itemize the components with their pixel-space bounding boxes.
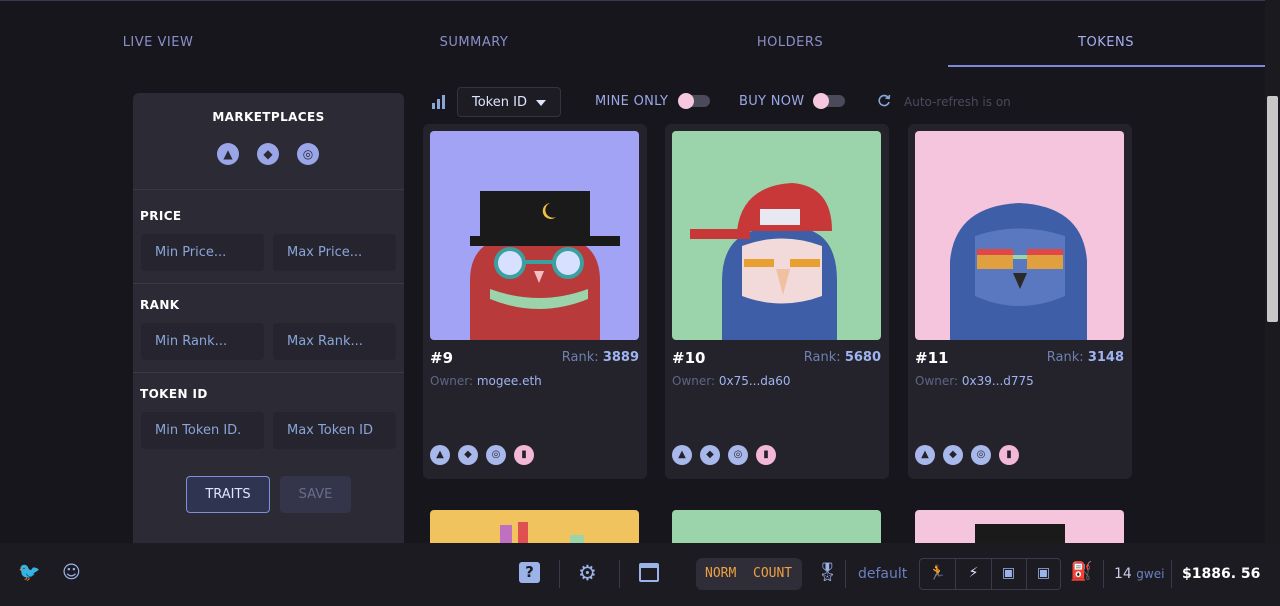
min-price-input[interactable]: Min Price...	[141, 234, 264, 271]
token-image[interactable]	[915, 131, 1124, 340]
max-rank-input[interactable]: Max Rank...	[273, 323, 396, 360]
token-rank: Rank: 5680	[803, 350, 881, 365]
token-id: #11	[915, 349, 949, 367]
auto-refresh-status: Auto-refresh is on	[904, 95, 1011, 109]
chart-icon[interactable]: ▮	[756, 445, 776, 465]
divider	[133, 283, 404, 284]
sort-bars-icon	[432, 95, 448, 109]
norm-count-toggle[interactable]: NORM COUNT	[696, 558, 802, 590]
lightning-icon[interactable]: ⚡	[956, 565, 991, 581]
sort-dropdown[interactable]: Token ID	[457, 87, 561, 117]
divider	[133, 189, 404, 190]
profile-selector[interactable]: default	[858, 566, 907, 582]
x2y2-icon[interactable]: ◎	[728, 445, 748, 465]
looksrare-icon[interactable]: ◆	[257, 143, 279, 165]
owner-link[interactable]: 0x75...da60	[719, 374, 791, 388]
number-2-icon[interactable]: ▣	[1026, 565, 1061, 581]
token-card[interactable]: #11 Rank: 3148 Owner: 0x39...d775 ▲ ◆ ◎ …	[908, 124, 1132, 479]
gas-price: 14 gwei	[1114, 566, 1165, 582]
divider	[845, 560, 846, 588]
x2y2-icon[interactable]: ◎	[297, 143, 319, 165]
looksrare-icon[interactable]: ◆	[943, 445, 963, 465]
gear-icon[interactable]: ⚙	[578, 561, 597, 585]
token-card[interactable]: #10 Rank: 5680 Owner: 0x75...da60 ▲ ◆ ◎ …	[665, 124, 889, 479]
tab-live-view[interactable]: LIVE VIEW	[123, 35, 194, 50]
token-owner: Owner: mogee.eth	[430, 374, 542, 388]
divider	[1103, 560, 1104, 588]
tab-tokens[interactable]: TOKENS	[1078, 35, 1134, 50]
norm-label[interactable]: NORM	[705, 566, 736, 581]
running-icon[interactable]: 🏃	[920, 565, 955, 581]
chart-icon[interactable]: ▮	[514, 445, 534, 465]
looksrare-icon[interactable]: ◆	[700, 445, 720, 465]
gas-pump-icon: ⛽	[1070, 561, 1093, 582]
divider	[559, 560, 560, 588]
token-image[interactable]	[430, 131, 639, 340]
tab-holders[interactable]: HOLDERS	[757, 35, 823, 50]
marketplaces-title: MARKETPLACES	[212, 110, 325, 124]
token-id: #9	[430, 349, 454, 367]
eth-price: $1886. 56	[1182, 566, 1261, 582]
x2y2-icon[interactable]: ◎	[971, 445, 991, 465]
opensea-icon[interactable]: ▲	[217, 143, 239, 165]
active-tab-indicator	[948, 65, 1265, 67]
looksrare-icon[interactable]: ◆	[458, 445, 478, 465]
min-rank-input[interactable]: Min Rank...	[141, 323, 264, 360]
token-id-label: TOKEN ID	[140, 387, 208, 401]
calendar-icon[interactable]	[639, 563, 659, 582]
refresh-icon[interactable]	[877, 94, 891, 108]
speed-selector: 🏃 ⚡ ▣ ▣	[919, 558, 1061, 590]
opensea-icon[interactable]: ▲	[915, 445, 935, 465]
owner-link[interactable]: 0x39...d775	[962, 374, 1034, 388]
opensea-icon[interactable]: ▲	[672, 445, 692, 465]
chart-icon[interactable]: ▮	[999, 445, 1019, 465]
filter-sidebar: MARKETPLACES ▲ ◆ ◎ PRICE Min Price... Ma…	[133, 93, 404, 553]
caret-down-icon	[536, 100, 546, 106]
save-button[interactable]: SAVE	[280, 476, 351, 513]
token-card[interactable]: #9 Rank: 3889 Owner: mogee.eth ▲ ◆ ◎ ▮	[423, 124, 647, 479]
medal-icon[interactable]: 🎖	[816, 562, 839, 583]
divider	[619, 560, 620, 588]
sort-dropdown-value: Token ID	[472, 95, 527, 110]
token-rank: Rank: 3889	[561, 350, 639, 365]
traits-button[interactable]: TRAITS	[186, 476, 270, 513]
divider	[133, 372, 404, 373]
token-owner: Owner: 0x39...d775	[915, 374, 1034, 388]
mine-only-label: MINE ONLY	[595, 94, 669, 109]
help-icon[interactable]: ?	[519, 562, 540, 583]
number-1-icon[interactable]: ▣	[991, 565, 1026, 581]
opensea-icon[interactable]: ▲	[430, 445, 450, 465]
scrollbar-thumb[interactable]	[1267, 96, 1278, 322]
min-token-id-input[interactable]: Min Token ID.	[141, 412, 264, 449]
discord-icon[interactable]: ☺	[62, 562, 81, 583]
mine-only-toggle[interactable]	[678, 93, 710, 109]
owner-link[interactable]: mogee.eth	[477, 374, 542, 388]
max-price-input[interactable]: Max Price...	[273, 234, 396, 271]
twitter-icon[interactable]: 🐦	[18, 562, 40, 583]
rank-label: RANK	[140, 298, 180, 312]
top-tab-bar: LIVE VIEW SUMMARY HOLDERS TOKENS	[0, 0, 1265, 67]
vertical-scrollbar[interactable]	[1265, 0, 1280, 543]
x2y2-icon[interactable]: ◎	[486, 445, 506, 465]
price-label: PRICE	[140, 209, 182, 223]
max-token-id-input[interactable]: Max Token ID	[273, 412, 396, 449]
token-image[interactable]	[672, 131, 881, 340]
token-owner: Owner: 0x75...da60	[672, 374, 791, 388]
divider	[1171, 560, 1172, 588]
buy-now-label: BUY NOW	[739, 94, 805, 109]
count-label[interactable]: COUNT	[753, 566, 792, 581]
token-rank: Rank: 3148	[1046, 350, 1124, 365]
bottom-status-bar: 🐦 ☺ ? ⚙ NORM COUNT 🎖 default 🏃 ⚡ ▣ ▣ ⛽ 1…	[0, 543, 1280, 606]
buy-now-toggle[interactable]	[813, 93, 845, 109]
token-id: #10	[672, 349, 706, 367]
tab-summary[interactable]: SUMMARY	[440, 35, 509, 50]
